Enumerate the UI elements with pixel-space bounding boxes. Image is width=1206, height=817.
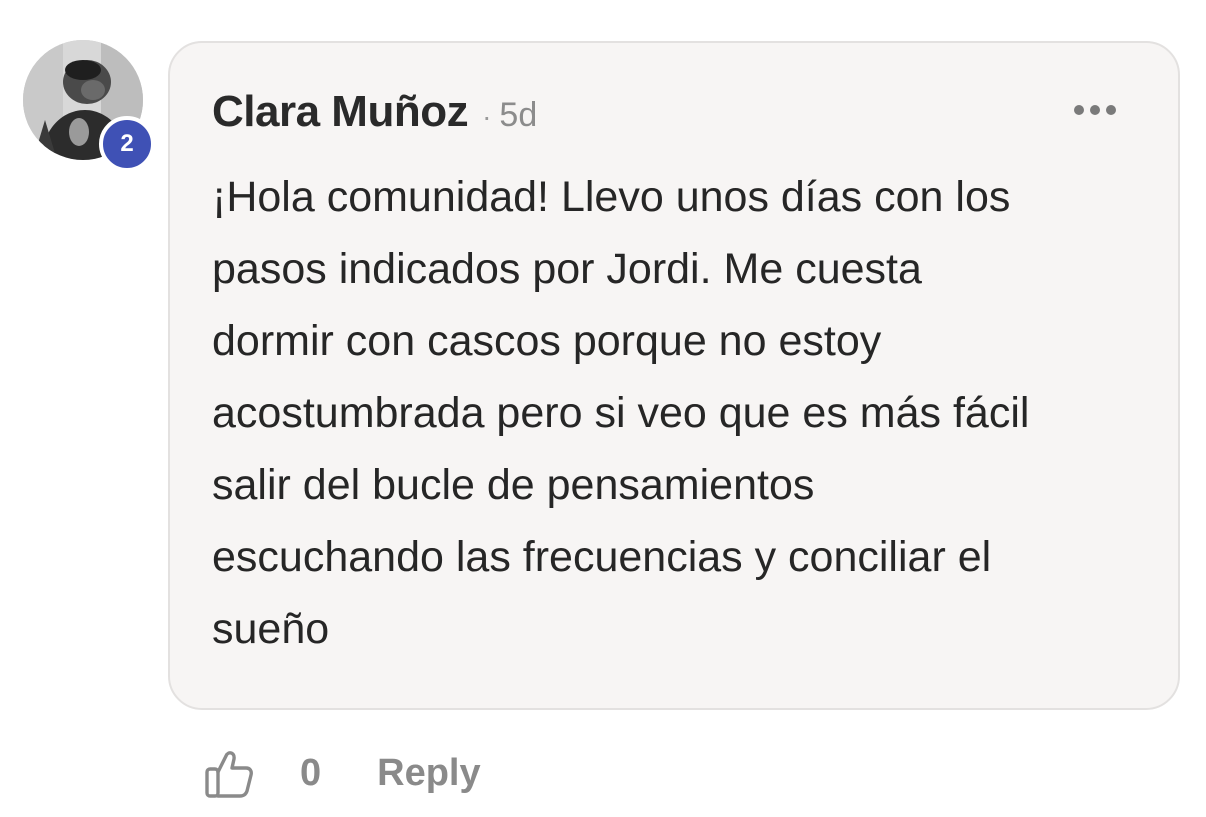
dot [1074, 105, 1084, 115]
dot [1106, 105, 1116, 115]
avatar-container[interactable]: 2 [23, 40, 155, 172]
more-options-icon[interactable] [1074, 105, 1116, 115]
like-count: 0 [300, 751, 322, 794]
level-badge: 2 [99, 116, 155, 172]
comment-text: ¡Hola comunidad! Llevo unos días con los… [212, 173, 1030, 653]
reply-button[interactable]: Reply [377, 752, 480, 795]
comment-item: 2 Clara Muñoz · 5d ¡Hola comunidad! Llev… [0, 0, 1206, 817]
comment-header: Clara Muñoz · 5d [212, 87, 537, 137]
thumbs-up-icon[interactable] [204, 747, 254, 799]
comment-timestamp: 5d [499, 96, 538, 134]
comment-actions: 0 Reply [204, 745, 481, 801]
comment-bubble: Clara Muñoz · 5d ¡Hola comunidad! Llevo … [168, 41, 1180, 710]
separator-dot: · [482, 101, 492, 132]
dot [1090, 105, 1100, 115]
author-name[interactable]: Clara Muñoz [212, 87, 469, 137]
